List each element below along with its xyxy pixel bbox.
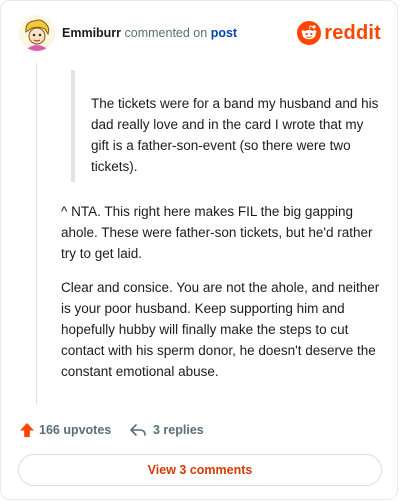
comment-paragraph: ^ NTA. This right here makes FIL the big… xyxy=(61,204,373,261)
username-link[interactable]: Emmiburr xyxy=(62,26,121,40)
upvote-count: 166 upvotes xyxy=(39,423,112,437)
avatar[interactable] xyxy=(19,15,55,51)
brand-wordmark: reddit xyxy=(324,21,381,44)
reddit-brand[interactable]: reddit xyxy=(297,20,381,46)
quote-text: The tickets were for a band my husband a… xyxy=(91,96,379,174)
comment-header: Emmiburr commented on post reddit xyxy=(19,15,381,53)
reply-arrow-icon xyxy=(130,424,146,436)
view-comments-button[interactable]: View 3 comments xyxy=(18,454,382,486)
comment-card: Emmiburr commented on post reddit The ti… xyxy=(0,0,398,500)
replies-button[interactable]: 3 replies xyxy=(129,419,204,441)
action-text: commented on xyxy=(124,26,208,40)
upvote-arrow-icon xyxy=(20,423,34,437)
reddit-logo-icon xyxy=(297,21,322,45)
avatar-image xyxy=(19,15,55,51)
upvote-button[interactable]: 166 upvotes xyxy=(19,419,111,441)
post-link[interactable]: post xyxy=(211,26,237,40)
thread-line[interactable] xyxy=(36,63,37,405)
comment-byline: Emmiburr commented on post xyxy=(62,26,237,40)
replies-count: 3 replies xyxy=(153,423,204,437)
blockquote: The tickets were for a band my husband a… xyxy=(71,70,381,182)
comment-paragraph: Clear and consice. You are not the ahole… xyxy=(61,280,380,379)
